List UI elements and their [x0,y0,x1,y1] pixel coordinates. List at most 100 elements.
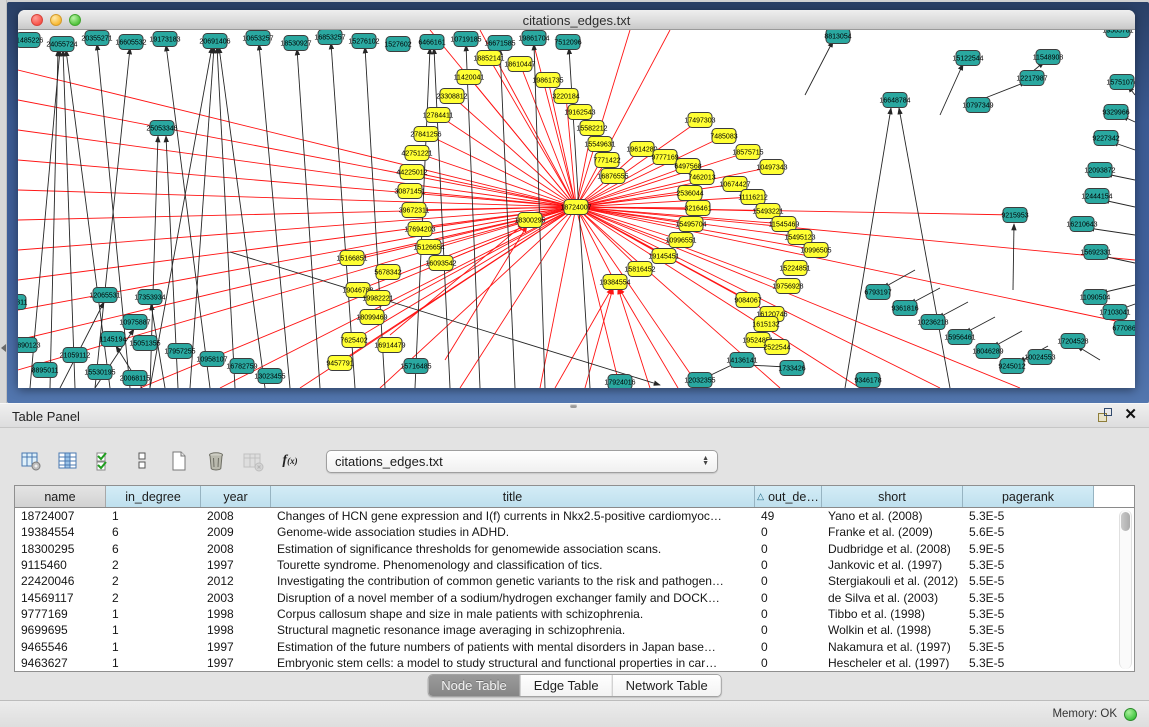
graph-node[interactable]: 18530927 [280,36,311,51]
graph-node[interactable]: 16210643 [1066,217,1097,232]
graph-node[interactable]: 9777169 [651,150,678,165]
column-header-out_de[interactable]: △out_de… [755,486,822,507]
graph-node[interactable]: 12444154 [1081,189,1112,204]
close-panel-icon[interactable]: ✕ [1124,408,1137,422]
graph-node[interactable]: 11090504 [1080,290,1111,305]
graph-node[interactable]: 3912311 [18,295,27,310]
new-column-icon[interactable] [166,448,192,474]
graph-node[interactable]: 11485226 [18,33,43,48]
graph-node[interactable]: 7512096 [554,35,581,50]
graph-node[interactable]: 9457791 [326,356,353,371]
delete-icon[interactable] [203,448,229,474]
graph-node[interactable]: 15530195 [84,365,115,380]
graph-node[interactable]: 10497343 [756,160,787,175]
graph-node[interactable]: 19861704 [518,31,549,46]
table-row[interactable]: 1456911722003Disruption of a novel membe… [15,589,1134,605]
graph-node[interactable]: 39672311 [399,203,430,218]
table-row[interactable]: 1830029562008Estimation of significance … [15,541,1134,557]
graph-node[interactable]: 9245012 [998,359,1025,374]
graph-node[interactable]: 6770863 [1112,321,1135,336]
graph-node[interactable]: 1733426 [778,361,805,376]
graph-node[interactable]: 19565781 [1102,30,1133,38]
graph-node[interactable]: 18852141 [473,51,504,66]
tab-edge-table[interactable]: Edge Table [521,675,613,696]
control-panel-splitter[interactable] [0,0,7,403]
table-row[interactable]: 977716911998Corpus callosum shape and si… [15,606,1134,622]
graph-node[interactable]: 7625402 [340,333,367,348]
graph-node[interactable]: 12093872 [1084,163,1115,178]
graph-node[interactable]: 8895011 [32,363,59,378]
show-column-icon[interactable] [55,448,81,474]
table-row[interactable]: 969969511998Structural magnetic resonanc… [15,622,1134,638]
graph-node[interactable]: 9084067 [734,293,761,308]
table-row[interactable]: 946362711997Embryonic stem cells: a mode… [15,655,1134,671]
splitter-collapse-icon[interactable] [1,344,6,352]
graph-node[interactable]: 7462013 [688,170,715,185]
graph-node[interactable]: 19982221 [362,291,393,306]
graph-node[interactable]: 16605532 [115,35,146,50]
graph-node[interactable]: 44225012 [396,165,427,180]
table-selector-dropdown[interactable]: citations_edges.txt ▲▼ [326,450,718,473]
graph-node[interactable]: 6466161 [418,35,445,50]
graph-node[interactable]: 1145194 [100,332,127,347]
tab-node-table[interactable]: Node Table [428,675,521,696]
graph-node[interactable]: 15051355 [129,336,160,351]
graph-node[interactable]: 13023455 [254,369,285,384]
graph-node[interactable]: 10024553 [1024,350,1055,365]
column-header-title[interactable]: title [271,486,755,507]
graph-node[interactable]: 25053346 [146,121,177,136]
graph-node[interactable]: 10996551 [665,233,696,248]
graph-node[interactable]: 20355271 [81,31,112,46]
graph-node[interactable]: 2536044 [676,186,703,201]
memory-status-icon[interactable] [1124,708,1137,721]
graph-node[interactable]: 18046289 [972,344,1003,359]
network-graph-canvas[interactable]: 1148522624055724203552711660553219173183… [18,30,1135,388]
graph-node[interactable]: 3220184 [552,89,579,104]
graph-node[interactable]: 15224851 [779,261,810,276]
column-header-pagerank[interactable]: pagerank [963,486,1094,507]
graph-node[interactable]: 15126654 [413,240,444,255]
graph-node[interactable]: 7771422 [593,153,620,168]
graph-node[interactable]: 18575715 [732,145,763,160]
graph-node[interactable]: 17103041 [1099,305,1130,320]
select-columns-icon[interactable] [92,448,118,474]
graph-node[interactable]: 5678342 [374,265,401,280]
graph-node[interactable]: 3216461 [684,201,711,216]
column-header-year[interactable]: year [201,486,271,507]
graph-node[interactable]: 11548908 [1033,50,1064,65]
graph-node[interactable]: 10996505 [800,243,831,258]
table-row[interactable]: 1872400712008Changes of HCN gene express… [15,508,1134,524]
graph-node[interactable]: 16093542 [425,256,456,271]
graph-node[interactable]: 2522544 [763,340,790,355]
graph-node[interactable]: 10975887 [119,315,150,330]
graph-node[interactable]: 15956461 [944,330,975,345]
graph-node[interactable]: 17694203 [404,222,435,237]
graph-node[interactable]: 8813054 [824,30,851,44]
graph-node[interactable]: 15549631 [584,137,615,152]
graph-node[interactable]: 17924016 [604,375,635,389]
panel-resize-grip[interactable] [570,404,577,408]
graph-node[interactable]: 16876555 [597,169,628,184]
tab-network-table[interactable]: Network Table [613,675,721,696]
graph-node[interactable]: 16782759 [226,359,257,374]
table-mode-icon[interactable] [18,448,44,474]
graph-node[interactable]: 42751221 [401,146,432,161]
graph-node[interactable]: 14136141 [726,353,757,368]
column-header-short[interactable]: short [822,486,963,507]
graph-node[interactable]: 16671585 [484,36,515,51]
graph-node[interactable]: 10958107 [196,352,227,367]
graph-node[interactable]: 15495704 [675,217,706,232]
graph-node[interactable]: 15751074 [1106,75,1135,90]
graph-node[interactable]: 17204528 [1057,334,1088,349]
graph-node[interactable]: 19861735 [532,73,563,88]
table-row[interactable]: 946554611997Estimation of the future num… [15,638,1134,654]
graph-node[interactable]: 9227342 [1092,131,1119,146]
graph-node[interactable]: 17497303 [684,113,715,128]
graph-node[interactable]: 16648784 [879,93,910,108]
graph-node[interactable]: 15582212 [576,121,607,136]
graph-node[interactable]: 20068115 [120,371,151,386]
column-header-in_degree[interactable]: in_degree [106,486,201,507]
row-options-icon[interactable] [129,448,155,474]
graph-node[interactable]: 17957255 [164,344,195,359]
table-row[interactable]: 1938455462009Genome-wide association stu… [15,524,1134,540]
